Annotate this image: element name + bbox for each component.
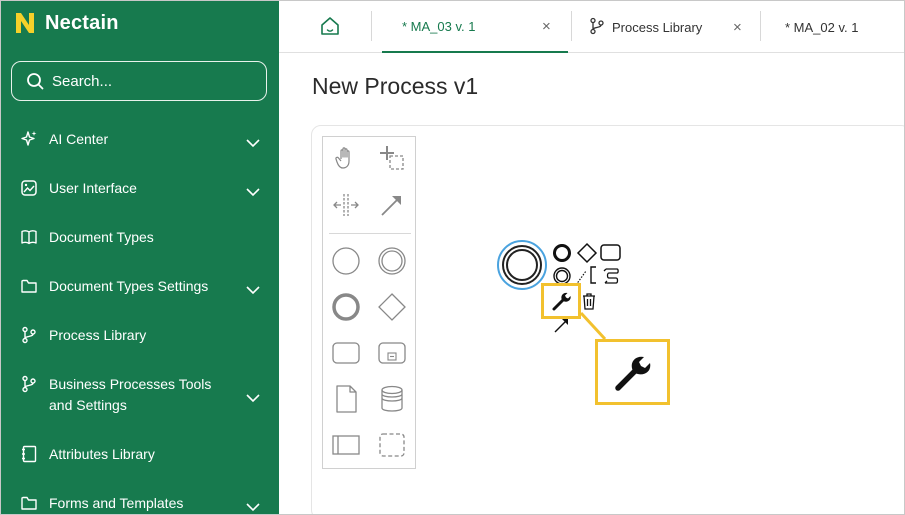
sidebar-item-process-library[interactable]: Process Library (1, 325, 279, 345)
sidebar-item-label: AI Center (49, 131, 109, 147)
sidebar-item-label: Document Types (49, 229, 154, 245)
tab-ma-03[interactable]: * MA_03 v. 1 × (382, 1, 568, 53)
chevron-down-icon (246, 503, 260, 512)
chevron-down-icon (246, 394, 260, 403)
subprocess-icon[interactable] (376, 337, 408, 369)
chevron-down-icon (246, 139, 260, 148)
sidebar-item-label: Business Processes Tools and Settings (49, 376, 212, 413)
image-icon (19, 178, 39, 198)
tab-divider (371, 11, 372, 41)
folder-icon (19, 276, 39, 296)
book-icon (19, 227, 39, 247)
brand-logo[interactable]: Nectain (13, 11, 119, 35)
tab-ma-02[interactable]: * MA_02 v. 1 (769, 1, 904, 53)
close-icon[interactable]: × (733, 19, 742, 36)
sidebar-item-document-types[interactable]: Document Types (1, 227, 279, 247)
sidebar-item-ai-center[interactable]: AI Center (1, 129, 279, 149)
sidebar-item-forms-and-templates[interactable]: Forms and Templates (1, 493, 279, 513)
folder-icon (19, 493, 39, 513)
wrench-icon (615, 356, 651, 391)
connect-tool-icon[interactable] (376, 189, 408, 221)
search-icon (27, 73, 44, 90)
change-type-icon[interactable] (601, 265, 623, 287)
intermediate-event-icon[interactable] (376, 245, 408, 277)
task-icon[interactable] (330, 337, 362, 369)
nectain-logo-icon (16, 13, 34, 33)
space-tool-icon[interactable] (330, 189, 362, 221)
lasso-tool-icon[interactable] (376, 142, 408, 174)
branch-icon (19, 325, 39, 345)
pool-icon[interactable] (330, 429, 362, 461)
tab-divider (760, 11, 761, 41)
tab-divider (571, 11, 572, 41)
wrench-highlight-zoom (595, 339, 670, 405)
tab-process-library[interactable]: Process Library × (579, 1, 759, 53)
sidebar-item-business-processes-tools[interactable]: Business Processes Tools and Settings (1, 374, 279, 416)
start-event-icon[interactable] (330, 245, 362, 277)
end-event-icon[interactable] (330, 291, 362, 323)
sidebar: Nectain Search... AI Center User Interfa… (1, 1, 279, 514)
sidebar-item-document-types-settings[interactable]: Document Types Settings (1, 276, 279, 296)
group-icon[interactable] (376, 429, 408, 461)
data-object-icon[interactable] (330, 383, 362, 415)
home-icon[interactable] (319, 15, 341, 37)
app-window: Nectain Search... AI Center User Interfa… (0, 0, 905, 515)
sidebar-item-label: Forms and Templates (49, 495, 184, 511)
gateway-icon[interactable] (376, 291, 408, 323)
append-end-event-icon[interactable] (552, 243, 572, 263)
sidebar-item-label: Document Types Settings (49, 278, 209, 294)
wrench-icon[interactable] (550, 289, 574, 313)
palette-divider (329, 233, 411, 234)
hand-tool-icon[interactable] (330, 142, 362, 174)
sidebar-item-user-interface[interactable]: User Interface (1, 178, 279, 198)
search-input[interactable]: Search... (11, 61, 267, 101)
sidebar-item-attributes-library[interactable]: Attributes Library (1, 444, 279, 464)
chevron-down-icon (246, 188, 260, 197)
sparkle-icon (19, 129, 39, 149)
data-store-icon[interactable] (376, 383, 408, 415)
page-title: New Process v1 (312, 73, 479, 99)
tab-label: * MA_02 v. 1 (785, 19, 859, 35)
tab-bar: * MA_03 v. 1 × Process Library × * MA_02… (279, 1, 904, 53)
append-gateway-icon[interactable] (576, 242, 598, 264)
branch-icon (590, 17, 604, 35)
branch-icon (19, 374, 39, 394)
chevron-down-icon (246, 286, 260, 295)
brand-name: Nectain (45, 11, 119, 34)
append-task-icon[interactable] (599, 243, 623, 263)
tool-palette (322, 136, 416, 469)
notebook-icon (19, 444, 39, 464)
search-placeholder: Search... (52, 72, 113, 90)
sidebar-item-label: Attributes Library (49, 446, 155, 462)
tab-label: Process Library (612, 19, 703, 35)
sidebar-item-label: User Interface (49, 180, 137, 196)
sidebar-item-label: Process Library (49, 327, 147, 343)
close-icon[interactable]: × (542, 18, 551, 35)
delete-icon[interactable] (580, 291, 598, 311)
tab-label: * MA_03 v. 1 (402, 18, 476, 34)
